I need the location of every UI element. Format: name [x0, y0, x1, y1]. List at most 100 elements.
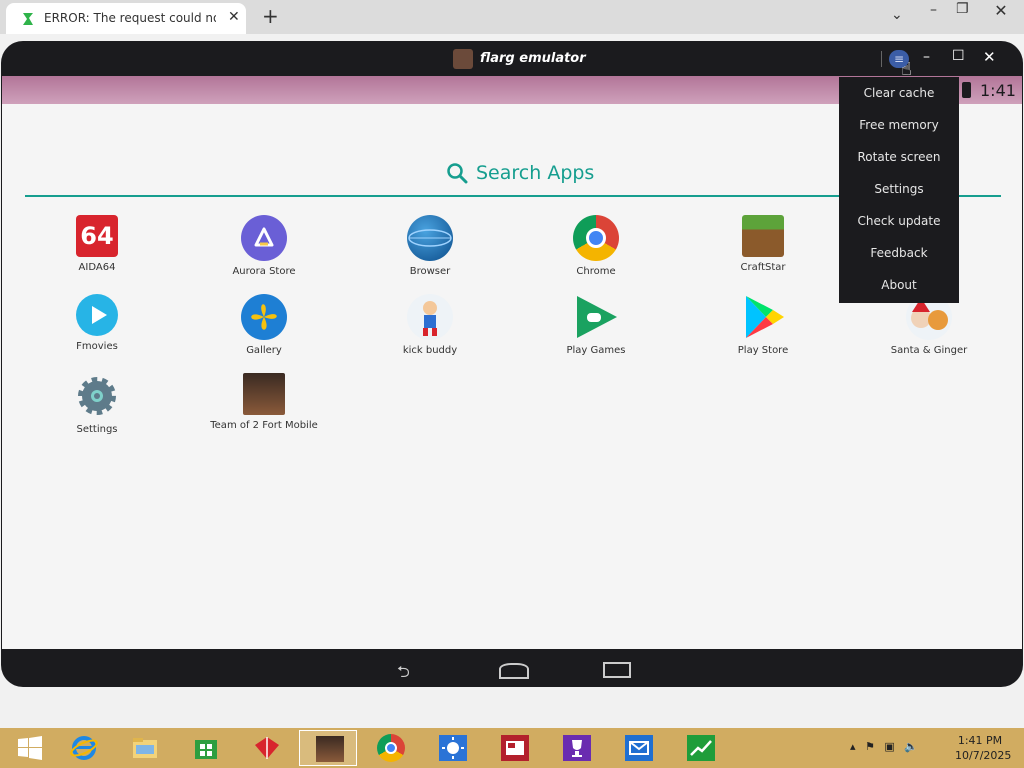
- window-restore-button[interactable]: ❐: [956, 1, 969, 17]
- chrome-icon: [573, 215, 619, 261]
- emulator-close-button[interactable]: ✕: [983, 48, 996, 66]
- app-aurora-store[interactable]: Aurora Store: [204, 215, 324, 277]
- app-play-store[interactable]: Play Store: [703, 294, 823, 356]
- app-team-of-2-fort-mobile[interactable]: Team of 2 Fort Mobile: [204, 373, 324, 431]
- menu-item-clear-cache[interactable]: Clear cache: [839, 77, 959, 109]
- battery-icon: [962, 82, 971, 98]
- emulator-maximize-button[interactable]: ☐: [952, 48, 965, 64]
- app-label: Fmovies: [76, 341, 118, 352]
- gallery-icon: [241, 294, 287, 340]
- windows-logo-icon: [18, 736, 42, 760]
- red-box-icon: [255, 737, 279, 759]
- menu-item-free-memory[interactable]: Free memory: [839, 109, 959, 141]
- flarg-emulator-icon: [316, 736, 344, 762]
- taskbar-chrome[interactable]: [361, 730, 419, 766]
- status-clock: 1:41: [980, 81, 1016, 100]
- tab-search-icon[interactable]: ⌄: [891, 7, 903, 23]
- app-settings[interactable]: Settings: [37, 373, 157, 435]
- app-browser[interactable]: Browser: [370, 215, 490, 277]
- folder-icon: [133, 738, 157, 758]
- app-gallery[interactable]: Gallery: [204, 294, 324, 356]
- menu-item-rotate-screen[interactable]: Rotate screen: [839, 141, 959, 173]
- taskbar-news[interactable]: [485, 730, 543, 766]
- aida64-icon: 64: [76, 215, 118, 257]
- aurora-store-icon: [241, 215, 287, 261]
- emulator-logo-icon: [453, 49, 473, 69]
- window-minimize-button[interactable]: –: [930, 2, 937, 18]
- browser-tab[interactable]: ERROR: The request could not be ✕: [6, 3, 246, 34]
- nav-back-button[interactable]: ⮌: [397, 661, 410, 688]
- tab-favicon-icon: [23, 13, 33, 25]
- trophy-icon: [563, 735, 591, 761]
- taskbar-mail[interactable]: [609, 730, 667, 766]
- app-label: Settings: [76, 424, 118, 435]
- taskbar-app-red[interactable]: [237, 730, 295, 766]
- menu-item-check-update[interactable]: Check update: [839, 205, 959, 237]
- taskbar-weather[interactable]: [423, 730, 481, 766]
- finance-chart-icon: [687, 735, 715, 761]
- search-apps-label: Search Apps: [476, 162, 595, 184]
- app-label: Gallery: [246, 345, 282, 356]
- action-center-flag-icon[interactable]: ⚑: [865, 740, 875, 753]
- play-games-icon: [573, 294, 619, 340]
- store-icon: [195, 740, 217, 759]
- taskbar-date: 10/7/2025: [955, 749, 1012, 762]
- internet-explorer-icon: [70, 736, 98, 760]
- windows-taskbar: ▴ ⚑ ▣ 🔈 1:41 PM 10/7/2025: [0, 728, 1024, 768]
- browser-tabbar: ERROR: The request could not be ✕ + ⌄ – …: [0, 0, 1024, 34]
- taskbar-internet-explorer[interactable]: [54, 730, 112, 766]
- kick-buddy-icon: [407, 294, 453, 340]
- app-label: Santa & Ginger: [890, 345, 968, 356]
- app-label: Browser: [409, 266, 451, 277]
- nav-recents-button[interactable]: [603, 662, 631, 678]
- app-fmovies[interactable]: Fmovies: [37, 294, 157, 352]
- network-icon[interactable]: ▣: [884, 740, 894, 753]
- tray-overflow-icon[interactable]: ▴: [850, 740, 856, 753]
- search-icon: [447, 163, 468, 184]
- app-chrome[interactable]: Chrome: [536, 215, 656, 277]
- app-label: Team of 2 Fort Mobile: [210, 420, 318, 431]
- chrome-icon: [377, 734, 405, 762]
- taskbar-file-explorer[interactable]: [115, 730, 173, 766]
- taskbar-time: 1:41 PM: [957, 734, 1003, 747]
- emulator-titlebar: flarg emulator ≡ ☝ – ☐ ✕: [1, 41, 1023, 80]
- new-tab-button[interactable]: +: [262, 4, 279, 28]
- news-icon: [501, 735, 529, 761]
- volume-muted-icon[interactable]: 🔈: [904, 740, 918, 753]
- app-label: Aurora Store: [232, 266, 296, 277]
- app-aida64[interactable]: 64 AIDA64: [37, 215, 157, 273]
- app-kick-buddy[interactable]: kick buddy: [370, 294, 490, 356]
- taskbar-sports[interactable]: [547, 730, 605, 766]
- menu-item-about[interactable]: About: [839, 269, 959, 301]
- taskbar-finance[interactable]: [671, 730, 729, 766]
- app-santa-ginger[interactable]: Santa & Ginger: [869, 294, 989, 356]
- mail-icon: [625, 735, 653, 761]
- app-label: Play Store: [737, 345, 789, 356]
- emulator-title: flarg emulator: [480, 51, 586, 66]
- app-craftstar[interactable]: CraftStar: [703, 215, 823, 273]
- menu-item-feedback[interactable]: Feedback: [839, 237, 959, 269]
- app-play-games[interactable]: Play Games: [536, 294, 656, 356]
- craftstar-icon: [742, 215, 784, 257]
- app-label: kick buddy: [402, 345, 458, 356]
- start-button[interactable]: [0, 730, 58, 766]
- android-navbar: ⮌: [1, 649, 1023, 687]
- taskbar-clock[interactable]: 1:41 PM 10/7/2025: [955, 733, 1012, 763]
- menu-item-settings[interactable]: Settings: [839, 173, 959, 205]
- sun-icon: [439, 735, 467, 761]
- tab-close-icon[interactable]: ✕: [228, 9, 240, 25]
- emulator-minimize-button[interactable]: –: [923, 49, 930, 65]
- app-label: Play Games: [566, 345, 626, 356]
- nav-home-button[interactable]: [499, 663, 529, 679]
- browser-globe-icon: [407, 215, 453, 261]
- emulator-dropdown-menu: Clear cache Free memory Rotate screen Se…: [839, 77, 959, 303]
- window-close-button[interactable]: ✕: [978, 0, 1024, 24]
- system-tray: ▴ ⚑ ▣ 🔈: [850, 740, 924, 753]
- team-fort-icon: [243, 373, 285, 415]
- taskbar-flarg-emulator[interactable]: [299, 730, 357, 766]
- tab-title: ERROR: The request could not be: [44, 11, 216, 25]
- taskbar-store[interactable]: [176, 730, 234, 766]
- app-label: CraftStar: [740, 262, 786, 273]
- app-label: AIDA64: [78, 262, 116, 273]
- titlebar-divider: [881, 51, 882, 67]
